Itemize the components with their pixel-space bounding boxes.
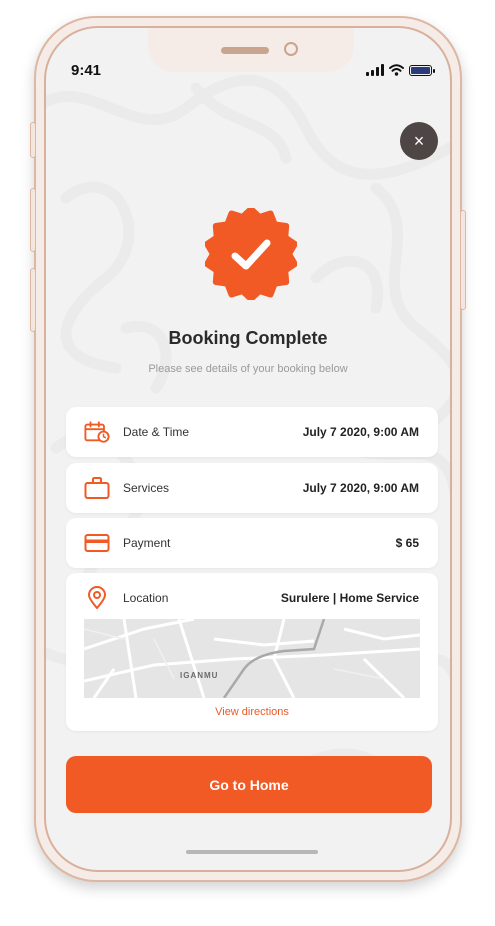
briefcase-icon (84, 475, 110, 501)
date-time-label: Date & Time (123, 425, 190, 439)
status-time: 9:41 (71, 62, 102, 79)
phone-screen: 9:41 × Booking Complete Please see detai… (44, 26, 452, 872)
side-button-power (460, 210, 466, 310)
wifi-icon (389, 64, 404, 76)
detail-row-date-time: Date & Time July 7 2020, 9:00 AM (66, 407, 438, 457)
location-value: Surulere | Home Service (280, 591, 419, 605)
calendar-clock-icon (84, 419, 110, 445)
map-streets (84, 619, 420, 698)
location-row: Location Surulere | Home Service (66, 573, 438, 623)
date-time-value: July 7 2020, 9:00 AM (302, 425, 419, 439)
phone-notch (148, 28, 354, 72)
signal-icon (366, 64, 384, 76)
view-directions-link[interactable]: View directions (66, 706, 438, 718)
phone-frame: 9:41 × Booking Complete Please see detai… (30, 16, 466, 882)
speaker-grille (221, 47, 269, 54)
location-card: Location Surulere | Home Service IGANMU … (66, 573, 438, 731)
detail-row-payment: Payment $ 65 (66, 518, 438, 568)
detail-row-services: Services July 7 2020, 9:00 AM (66, 463, 438, 513)
booking-subtitle: Please see details of your booking below (148, 363, 348, 375)
home-indicator (186, 850, 318, 854)
verified-check-icon (205, 208, 297, 300)
payment-label: Payment (123, 536, 171, 550)
close-icon: × (413, 130, 425, 151)
booking-title: Booking Complete (168, 328, 328, 348)
battery-icon (409, 65, 435, 76)
location-label: Location (123, 591, 169, 605)
credit-card-icon (84, 530, 110, 556)
payment-value: $ 65 (395, 536, 419, 550)
front-camera (284, 42, 298, 56)
location-pin-icon (84, 585, 110, 611)
map-area-label: IGANMU (180, 671, 219, 680)
location-map[interactable]: IGANMU (84, 619, 420, 698)
close-button[interactable]: × (400, 122, 438, 160)
services-label: Services (123, 481, 170, 495)
go-to-home-button[interactable]: Go to Home (66, 756, 432, 813)
side-button-volume-up (30, 188, 36, 252)
services-value: July 7 2020, 9:00 AM (302, 481, 419, 495)
side-button-volume-down (30, 268, 36, 332)
side-button-mute (30, 122, 36, 158)
status-icons (366, 64, 435, 76)
